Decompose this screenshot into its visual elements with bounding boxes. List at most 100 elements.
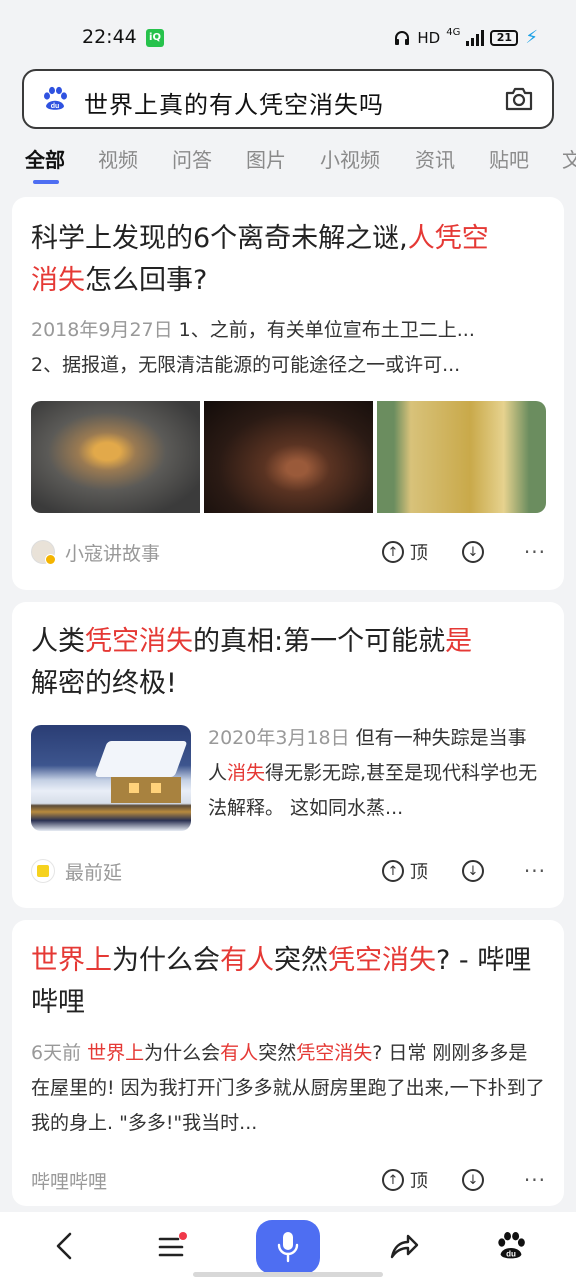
svg-text:du: du: [506, 1249, 516, 1258]
back-chevron-icon: [56, 1232, 72, 1260]
result-date: 2020年3月18日: [208, 727, 350, 749]
title-text: 解密的终极!: [31, 668, 177, 699]
title-highlight: 是: [445, 626, 473, 657]
bolt-icon: ⚡: [525, 27, 538, 48]
result-actions: ↑ 顶 ↓ ···: [381, 1165, 546, 1195]
menu-button[interactable]: [152, 1224, 192, 1268]
down-vote-arrow-icon[interactable]: ↓: [461, 541, 484, 563]
result-summary: 6天前 世界上为什么会有人突然凭空消失? 日常 刚刚多多是在屋里的! 因为我打开…: [31, 1036, 546, 1144]
summary-line: 2、据报道，无限清洁能源的可能途径之一或许可...: [31, 354, 461, 376]
down-vote-arrow-icon[interactable]: ↓: [461, 1169, 484, 1191]
result-summary: 2018年9月27日 1、之前，有关单位宣布土卫二上... 2、据报道，无限清洁…: [31, 313, 546, 383]
avatar: [31, 859, 55, 883]
baidu-paw-icon: du: [44, 86, 67, 110]
result-summary: 2020年3月18日 但有一种失踪是当事人消失得无影无踪,甚至是现代科学也无法解…: [208, 721, 538, 829]
status-right-group: HD 4G 21 ⚡: [393, 27, 538, 48]
summary-highlight: 有人: [220, 1042, 259, 1064]
summary-highlight: 世界上: [87, 1042, 145, 1064]
result-date: 2018年9月27日: [31, 319, 173, 341]
search-tabs: 全部 视频 问答 图片 小视频 资讯 贴吧 文: [0, 140, 576, 190]
search-box[interactable]: du 世界上真的有人凭空消失吗: [22, 69, 554, 129]
result-source[interactable]: 哔哩哔哩: [31, 1167, 107, 1194]
tab-news[interactable]: 资讯: [415, 144, 455, 173]
result-footer: 最前延 ↑ 顶 ↓ ···: [31, 856, 546, 886]
headphones-icon: [395, 30, 410, 45]
share-button[interactable]: [384, 1224, 424, 1268]
result-title[interactable]: 科学上发现的6个离奇未解之谜,人凭空消失怎么回事?: [31, 218, 551, 302]
iqiyi-icon: iQ: [146, 29, 164, 47]
tab-more[interactable]: 文: [562, 144, 576, 173]
result-date: 6天前: [31, 1042, 82, 1064]
hd-indicator: HD: [417, 28, 441, 47]
back-button[interactable]: [44, 1224, 84, 1268]
tab-tieba[interactable]: 贴吧: [489, 144, 529, 173]
gesture-home-bar[interactable]: [193, 1272, 383, 1277]
result-actions: ↑ 顶 ↓ ···: [381, 856, 546, 886]
title-text: 的真相:第一个可能就: [193, 626, 446, 657]
result-image[interactable]: [31, 401, 200, 513]
result-title[interactable]: 人类凭空消失的真相:第一个可能就是解密的终极!: [31, 621, 551, 705]
status-bar: 22:44 iQ HD 4G 21 ⚡: [0, 0, 576, 70]
bottom-nav: du: [0, 1212, 576, 1280]
tab-qa[interactable]: 问答: [172, 144, 212, 173]
microphone-icon: [277, 1232, 299, 1263]
result-source[interactable]: 最前延: [65, 858, 122, 885]
result-card[interactable]: 科学上发现的6个离奇未解之谜,人凭空消失怎么回事? 2018年9月27日 1、之…: [12, 197, 564, 590]
summary-text: 突然: [258, 1042, 297, 1064]
thumbs-up-arrow-icon[interactable]: ↑: [381, 860, 404, 882]
battery-indicator: 21: [490, 29, 519, 46]
more-options-icon[interactable]: ···: [524, 859, 546, 883]
more-options-icon[interactable]: ···: [524, 1168, 546, 1192]
summary-text: 为什么会: [144, 1042, 221, 1064]
result-actions: ↑ 顶 ↓ ···: [381, 537, 546, 567]
title-highlight: 有人: [220, 945, 274, 976]
result-image[interactable]: [377, 401, 546, 513]
title-highlight: 凭空消失: [85, 626, 193, 657]
title-highlight: 世界上: [31, 945, 112, 976]
voice-search-button[interactable]: [256, 1220, 320, 1274]
title-text: 突然: [274, 945, 328, 976]
title-text: 为什么会: [112, 945, 220, 976]
summary-highlight: 凭空消失: [296, 1042, 373, 1064]
title-highlight: 人凭空: [407, 223, 489, 254]
title-highlight: 消失: [31, 265, 85, 296]
thumbs-up-arrow-icon[interactable]: ↑: [381, 541, 404, 563]
result-title[interactable]: 世界上为什么会有人突然凭空消失? - 哔哩哔哩: [31, 940, 551, 1024]
network-label: 4G: [446, 27, 461, 38]
thumbs-up-arrow-icon[interactable]: ↑: [381, 1169, 404, 1191]
title-text: 怎么回事?: [85, 265, 208, 296]
signal-icon: [466, 29, 485, 46]
result-image[interactable]: [204, 401, 373, 513]
summary-line: 1、之前，有关单位宣布土卫二上...: [178, 319, 475, 341]
avatar: [31, 540, 56, 565]
result-thumbnail[interactable]: [31, 725, 191, 831]
share-icon: [390, 1234, 419, 1259]
camera-icon[interactable]: [504, 85, 534, 113]
active-tab-indicator: [33, 180, 59, 184]
down-vote-arrow-icon[interactable]: ↓: [461, 860, 484, 882]
menu-icon: [158, 1232, 187, 1257]
up-vote-label[interactable]: 顶: [410, 1167, 428, 1193]
tab-images[interactable]: 图片: [246, 144, 286, 173]
result-source[interactable]: 小寇讲故事: [65, 539, 160, 566]
result-footer: 哔哩哔哩 ↑ 顶 ↓ ···: [31, 1165, 546, 1195]
summary-highlight: 消失: [227, 762, 266, 784]
up-vote-label[interactable]: 顶: [410, 858, 428, 884]
tab-video[interactable]: 视频: [98, 144, 138, 173]
search-query[interactable]: 世界上真的有人凭空消失吗: [84, 85, 384, 120]
result-images: [31, 401, 546, 513]
result-card[interactable]: 人类凭空消失的真相:第一个可能就是解密的终极! 2020年3月18日 但有一种失…: [12, 602, 564, 908]
title-text: 科学上发现的6个离奇未解之谜,: [31, 223, 408, 254]
baidu-home-button[interactable]: du: [491, 1224, 531, 1268]
status-time: 22:44: [82, 26, 137, 48]
result-card[interactable]: 世界上为什么会有人突然凭空消失? - 哔哩哔哩 6天前 世界上为什么会有人突然凭…: [12, 920, 564, 1206]
baidu-paw-icon: du: [498, 1232, 525, 1259]
tab-all[interactable]: 全部: [25, 144, 65, 173]
tab-short-video[interactable]: 小视频: [320, 144, 380, 173]
verified-badge-icon: [45, 554, 56, 565]
more-options-icon[interactable]: ···: [524, 540, 546, 564]
svg-text:du: du: [51, 103, 60, 110]
title-text: 人类: [31, 626, 85, 657]
up-vote-label[interactable]: 顶: [410, 539, 428, 565]
result-footer: 小寇讲故事 ↑ 顶 ↓ ···: [31, 537, 546, 567]
